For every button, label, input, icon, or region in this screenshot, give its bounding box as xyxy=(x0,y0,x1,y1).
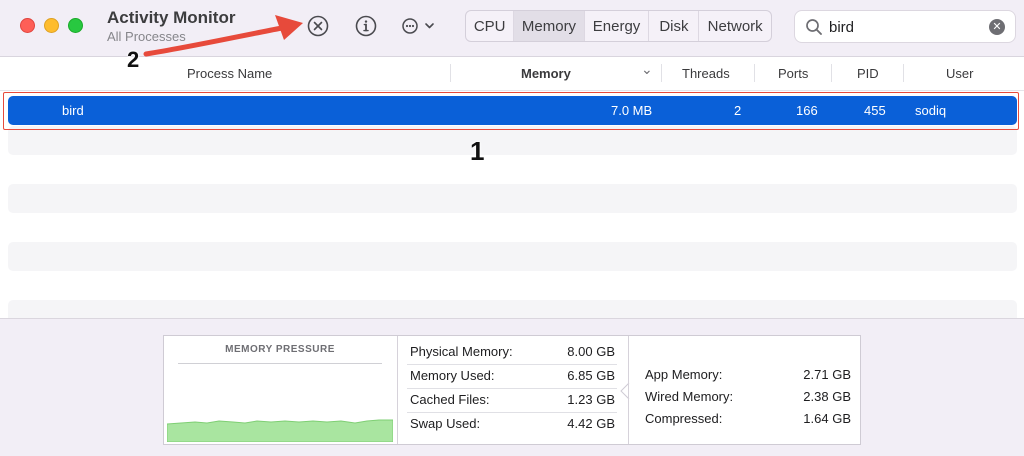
tab-memory[interactable]: Memory xyxy=(514,11,585,41)
info-icon xyxy=(355,15,377,37)
view-filter-subtitle[interactable]: All Processes xyxy=(107,29,186,44)
tab-energy[interactable]: Energy xyxy=(585,11,650,41)
compressed-label: Compressed: xyxy=(645,411,723,426)
search-field[interactable]: bird ✕ xyxy=(794,10,1016,43)
tab-disk[interactable]: Disk xyxy=(649,11,700,41)
memory-used-row: Memory Used: 6.85 GB xyxy=(407,364,617,389)
memory-summary-panel: MEMORY PRESSURE Physical Memory: 8.00 GB… xyxy=(0,318,1024,456)
memory-pressure-title: MEMORY PRESSURE xyxy=(178,344,382,364)
app-title: Activity Monitor xyxy=(107,8,236,27)
column-divider[interactable] xyxy=(831,64,832,82)
app-memory-value: 2.71 GB xyxy=(803,367,851,382)
sort-descending-icon[interactable]: ⌄ xyxy=(641,61,653,78)
column-threads[interactable]: Threads xyxy=(682,66,730,81)
compressed-value: 1.64 GB xyxy=(803,411,851,426)
physical-memory-row: Physical Memory: 8.00 GB xyxy=(407,340,617,365)
toolbar: Activity Monitor All Processes CPU Memor… xyxy=(0,0,1024,57)
tab-network[interactable]: Network xyxy=(699,11,771,41)
column-divider[interactable] xyxy=(903,64,904,82)
cached-files-label: Cached Files: xyxy=(410,392,490,407)
chevron-down-icon xyxy=(425,23,434,29)
swap-used-value: 4.42 GB xyxy=(567,416,615,431)
inspect-process-button[interactable] xyxy=(353,13,379,39)
cached-files-row: Cached Files: 1.23 GB xyxy=(407,388,617,413)
close-window-button[interactable] xyxy=(20,18,35,33)
wired-memory-row: Wired Memory: 2.38 GB xyxy=(645,389,851,404)
memory-usage-column: Physical Memory: 8.00 GB Memory Used: 6.… xyxy=(397,336,625,444)
memory-used-label: Memory Used: xyxy=(410,368,495,383)
column-memory[interactable]: Memory xyxy=(521,66,571,81)
stop-process-button[interactable] xyxy=(305,13,331,39)
annotation-label-1: 1 xyxy=(470,136,485,166)
table-header: Process Name Memory ⌄ Threads Ports PID … xyxy=(0,57,1024,91)
swap-used-label: Swap Used: xyxy=(410,416,481,431)
clear-search-icon[interactable]: ✕ xyxy=(989,19,1005,35)
zoom-window-button[interactable] xyxy=(68,18,83,33)
search-icon xyxy=(806,19,822,35)
physical-memory-value: 8.00 GB xyxy=(567,344,615,359)
app-memory-row: App Memory: 2.71 GB xyxy=(645,367,851,382)
stop-process-icon xyxy=(307,15,329,37)
physical-memory-label: Physical Memory: xyxy=(410,344,513,359)
column-process-name[interactable]: Process Name xyxy=(187,66,272,81)
column-ports[interactable]: Ports xyxy=(778,66,808,81)
memory-pressure-graph xyxy=(167,419,393,442)
table-row xyxy=(8,242,1017,271)
column-user[interactable]: User xyxy=(946,66,973,81)
more-actions-icon xyxy=(402,18,434,34)
table-row xyxy=(8,126,1017,155)
memory-pressure-section: MEMORY PRESSURE xyxy=(164,336,398,444)
search-input[interactable]: bird xyxy=(829,19,854,36)
swap-used-row: Swap Used: 4.42 GB xyxy=(407,412,617,436)
tab-cpu[interactable]: CPU xyxy=(466,11,515,41)
more-actions-button[interactable] xyxy=(399,13,439,39)
app-memory-label: App Memory: xyxy=(645,367,723,382)
column-pid[interactable]: PID xyxy=(857,66,879,81)
memory-stats-card: MEMORY PRESSURE Physical Memory: 8.00 GB… xyxy=(163,335,861,445)
column-divider[interactable] xyxy=(754,64,755,82)
memory-used-value: 6.85 GB xyxy=(567,368,615,383)
annotation-label-2: 2 xyxy=(127,47,140,72)
wired-memory-label: Wired Memory: xyxy=(645,389,734,404)
memory-breakdown-column: App Memory: 2.71 GB Wired Memory: 2.38 G… xyxy=(628,336,861,444)
cached-files-value: 1.23 GB xyxy=(567,392,615,407)
wired-memory-value: 2.38 GB xyxy=(803,389,851,404)
activity-monitor-window: Activity Monitor All Processes CPU Memor… xyxy=(0,0,1024,456)
column-divider[interactable] xyxy=(450,64,451,82)
category-tabs: CPU Memory Energy Disk Network xyxy=(465,10,772,42)
column-divider[interactable] xyxy=(661,64,662,82)
table-row xyxy=(8,184,1017,213)
annotation-highlight-box xyxy=(3,92,1019,130)
compressed-row: Compressed: 1.64 GB xyxy=(645,411,851,426)
minimize-window-button[interactable] xyxy=(44,18,59,33)
